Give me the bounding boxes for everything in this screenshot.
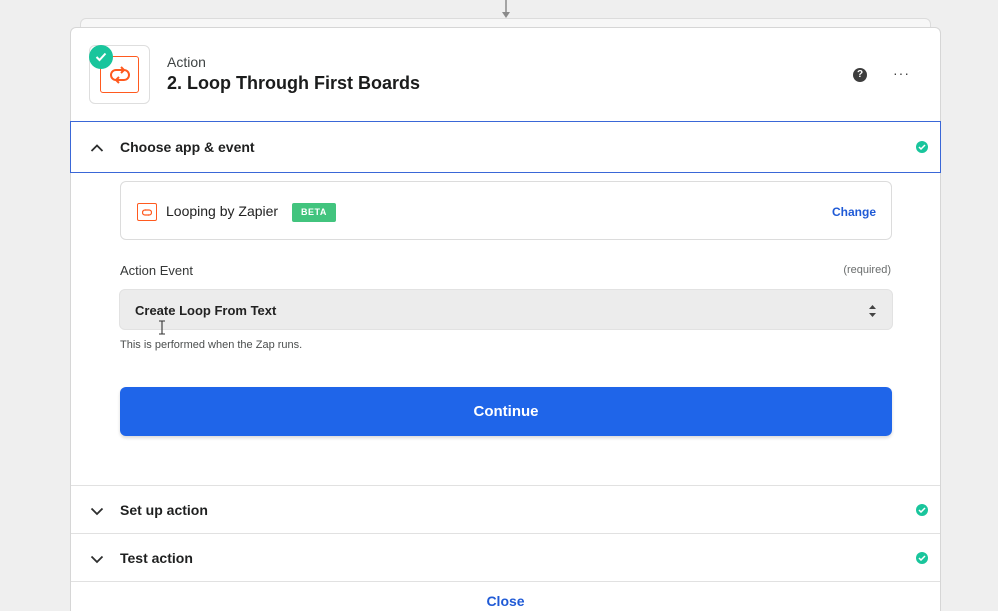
text-cursor-icon xyxy=(159,320,165,335)
connector-arrow-icon xyxy=(502,0,510,18)
section-test-action[interactable]: Test action xyxy=(71,533,940,581)
close-button[interactable]: Close xyxy=(71,593,940,609)
selected-app-row: Looping by Zapier BETA Change xyxy=(120,181,892,240)
complete-check-icon xyxy=(916,504,928,516)
action-event-label: Action Event xyxy=(120,263,193,278)
step-card: Action 2. Loop Through First Boards ? ··… xyxy=(70,27,941,611)
section-set-up-action[interactable]: Set up action xyxy=(71,485,940,533)
action-event-value: Create Loop From Text xyxy=(135,303,277,318)
change-app-link[interactable]: Change xyxy=(832,205,876,219)
looping-app-icon xyxy=(137,203,157,221)
question-icon[interactable]: ? xyxy=(853,68,867,82)
step-complete-check-icon xyxy=(89,45,113,69)
app-name: Looping by Zapier xyxy=(166,203,279,219)
action-event-select[interactable]: Create Loop From Text xyxy=(119,289,893,335)
complete-check-icon xyxy=(916,141,928,153)
section-label: Choose app & event xyxy=(120,139,255,155)
section-choose-app-event[interactable]: Choose app & event xyxy=(70,121,941,173)
more-dots-icon[interactable]: ··· xyxy=(893,66,910,80)
step-title[interactable]: 2. Loop Through First Boards xyxy=(167,73,420,94)
section-label: Set up action xyxy=(120,502,208,518)
action-event-hint: This is performed when the Zap runs. xyxy=(120,339,303,351)
continue-button[interactable]: Continue xyxy=(120,387,892,436)
step-kind-label: Action xyxy=(167,54,206,70)
beta-badge: BETA xyxy=(292,203,336,222)
step-header[interactable]: Action 2. Loop Through First Boards ? ··… xyxy=(71,28,940,122)
chevron-up-icon xyxy=(90,144,104,152)
chevron-down-icon xyxy=(90,507,104,516)
required-indicator: (required) xyxy=(843,264,891,276)
app-logo-tile xyxy=(89,45,150,104)
section-label: Test action xyxy=(120,550,193,566)
complete-check-icon xyxy=(916,552,928,564)
chevron-down-icon xyxy=(90,555,104,564)
select-updown-icon xyxy=(869,305,876,317)
